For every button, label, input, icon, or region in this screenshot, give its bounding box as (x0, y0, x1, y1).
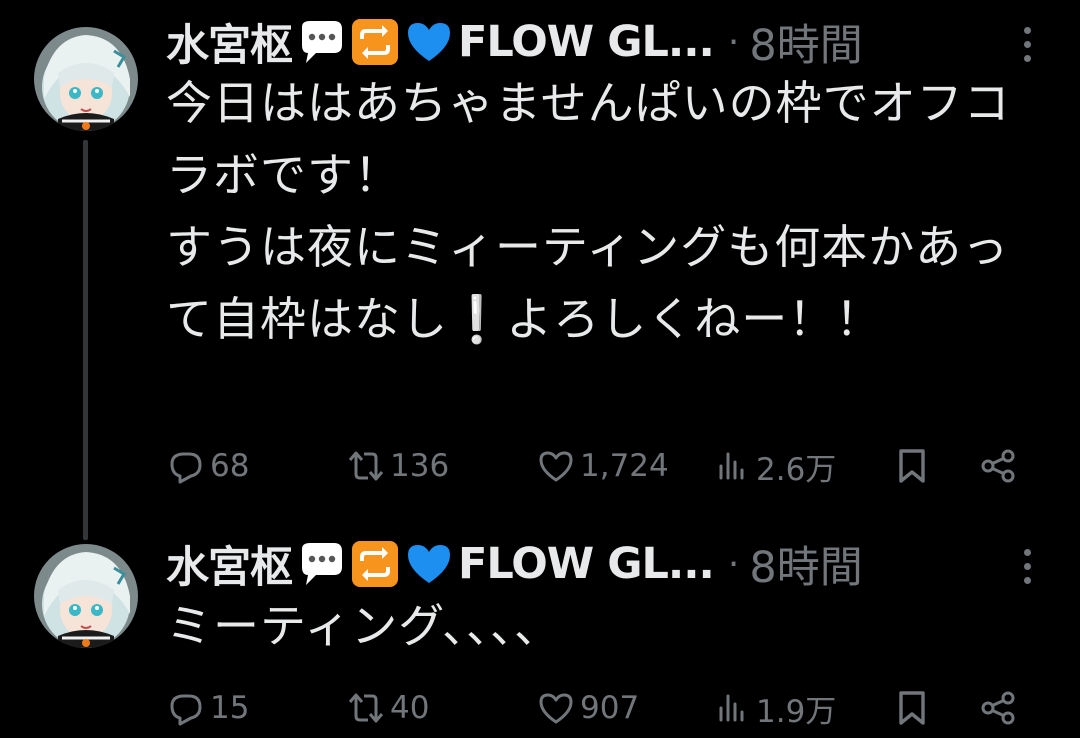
like-button[interactable]: 907 (536, 680, 639, 736)
display-name[interactable]: 水宮枢 (166, 11, 293, 73)
repeat-emoji (350, 539, 400, 589)
like-count: 907 (580, 690, 640, 726)
view-count: 2.6万 (756, 451, 837, 488)
display-name[interactable]: 水宮枢 (166, 533, 293, 595)
tweet-text: ミーティング、、、、 (166, 599, 562, 653)
reply-count: 15 (210, 690, 250, 726)
tweet[interactable]: 水宮枢 FLOW GL... · 8時間 (0, 0, 1080, 540)
blue-heart-emoji (404, 539, 454, 589)
bookmark-button[interactable] (892, 438, 936, 494)
more-dots-icon[interactable] (1016, 536, 1038, 596)
bookmark-button[interactable] (892, 680, 936, 736)
thread-connector-line (83, 140, 88, 540)
tweet-header: 水宮枢 FLOW GL... · 8時間 (166, 11, 863, 73)
reply-icon (170, 694, 202, 726)
views-icon (719, 694, 744, 722)
avatar[interactable] (34, 544, 138, 648)
speech-balloon-emoji (296, 17, 346, 67)
tweet-actions: 15 40 907 1.9万 (166, 680, 1036, 736)
more-dots-icon[interactable] (1016, 14, 1038, 74)
avatar-image (34, 544, 138, 648)
blue-heart-emoji (404, 17, 454, 67)
retweet-button[interactable]: 136 (346, 438, 449, 494)
speech-balloon-emoji (296, 539, 346, 589)
bookmark-icon (899, 449, 925, 483)
retweet-count: 136 (390, 448, 450, 484)
views-icon (719, 452, 744, 480)
separator-dot: · (727, 543, 740, 585)
retweet-count: 40 (390, 690, 430, 726)
reply-count: 68 (210, 448, 250, 484)
bookmark-icon (899, 691, 925, 725)
share-button[interactable] (978, 680, 1022, 736)
like-count: 1,724 (580, 448, 669, 484)
avatar-image (34, 27, 138, 131)
share-button[interactable] (978, 438, 1022, 494)
tweet[interactable]: 水宮枢 FLOW GL... · 8時間 (0, 539, 1080, 738)
views-button[interactable]: 2.6万 (712, 438, 836, 494)
retweet-icon (348, 451, 384, 481)
view-count: 1.9万 (756, 693, 837, 730)
timestamp[interactable]: 8時間 (749, 533, 862, 595)
views-button[interactable]: 1.9万 (712, 680, 836, 736)
tweet-text: 今日ははあちゃませんぱいの枠でオフコラボです！ すうは夜にミィーティングも何本か… (166, 76, 1011, 346)
tweet-header: 水宮枢 FLOW GL... · 8時間 (166, 533, 863, 595)
repeat-emoji (350, 17, 400, 67)
share-icon (981, 449, 1015, 483)
display-name-suffix[interactable]: FLOW GL... (458, 17, 715, 67)
share-icon (981, 691, 1015, 725)
reply-button[interactable]: 68 (166, 438, 249, 494)
like-button[interactable]: 1,724 (536, 438, 669, 494)
timestamp[interactable]: 8時間 (749, 11, 862, 73)
retweet-icon (348, 693, 384, 723)
retweet-button[interactable]: 40 (346, 680, 429, 736)
display-name-suffix[interactable]: FLOW GL... (458, 539, 715, 589)
reply-button[interactable]: 15 (166, 680, 249, 736)
heart-icon (539, 693, 573, 724)
reply-icon (170, 452, 202, 484)
separator-dot: · (727, 21, 740, 63)
avatar[interactable] (34, 27, 138, 131)
tweet-actions: 68 136 1,724 2.6万 (166, 438, 1036, 494)
heart-icon (539, 451, 573, 482)
